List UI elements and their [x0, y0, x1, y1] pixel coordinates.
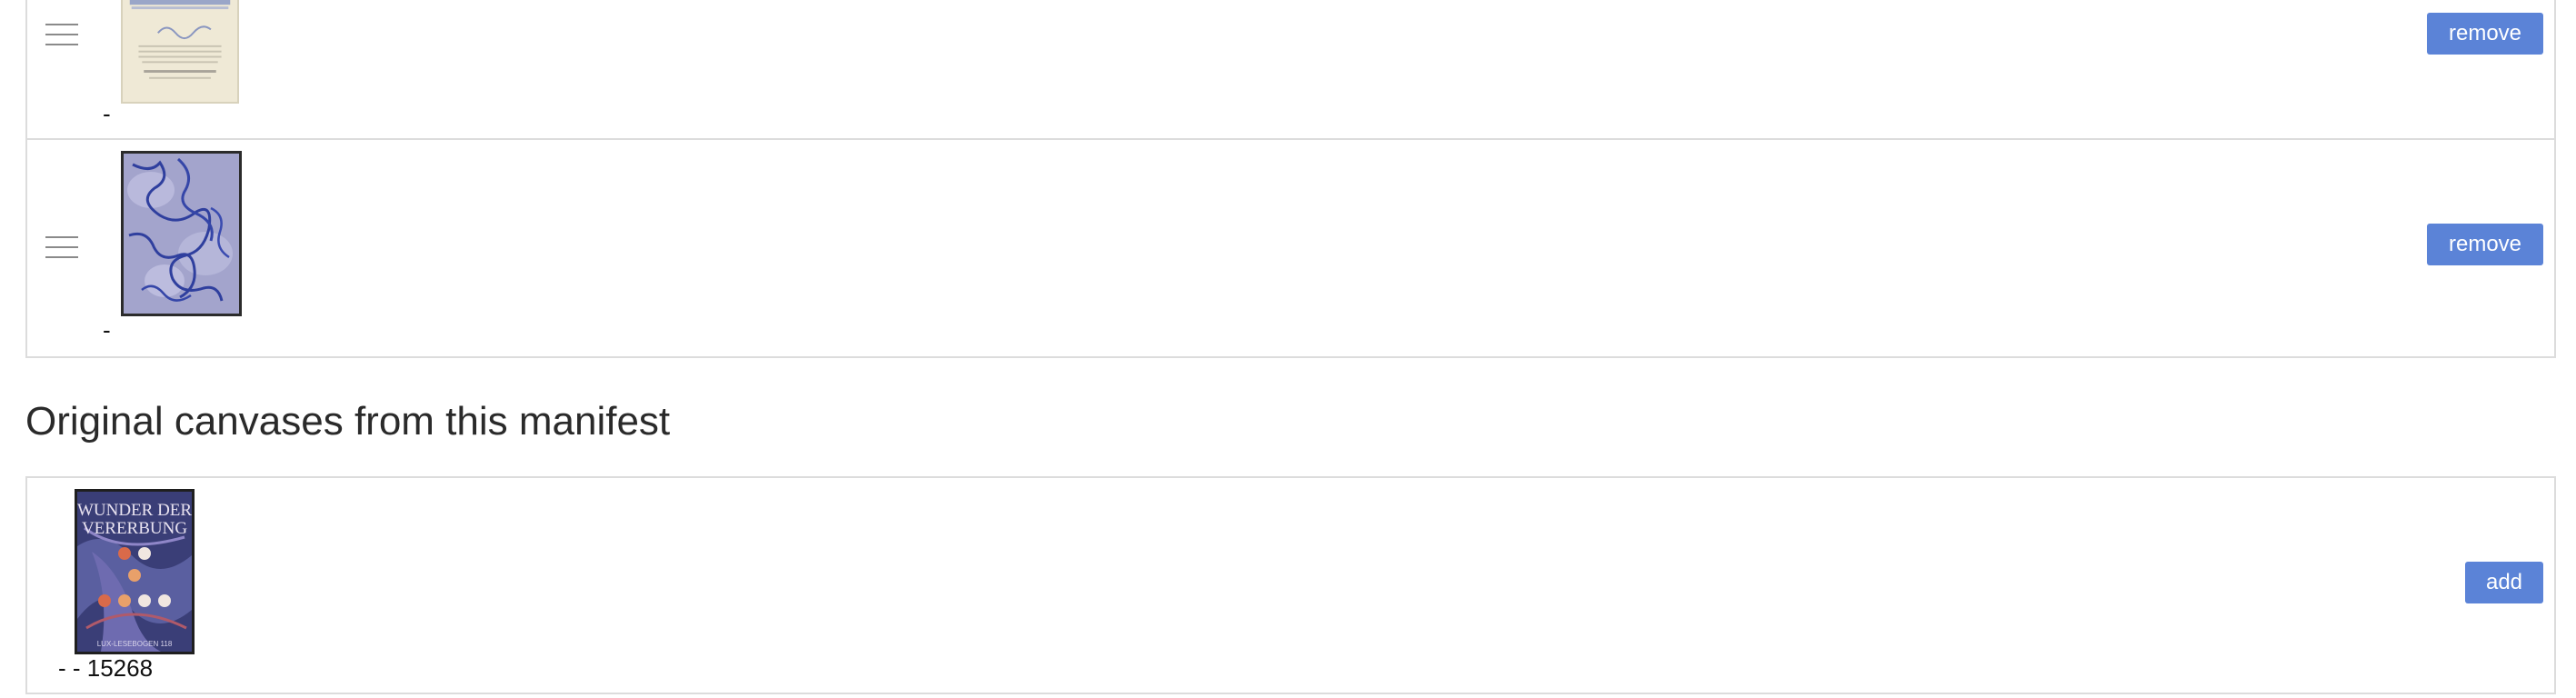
cover-footer: LUX-LESEBOGEN 118 [97, 640, 173, 648]
remove-button[interactable]: remove [2427, 224, 2543, 265]
add-button[interactable]: add [2465, 562, 2543, 603]
canvas-caption: - - 15268 [58, 654, 154, 682]
drag-handle-icon[interactable] [45, 236, 78, 258]
canvas-row: WUNDER DER VERERBUNG LUX-LESEBOGEN 118 -… [27, 478, 2554, 693]
drag-handle-icon[interactable] [45, 24, 78, 45]
selected-canvas-list: - remove - remove [25, 0, 2556, 358]
section-heading: Original canvases from this manifest [25, 399, 671, 444]
canvas-editor-page: - remove - remove Original canvases from… [0, 0, 2576, 698]
canvas-caption: - [103, 100, 111, 127]
canvas-row: - remove [27, 140, 2554, 354]
cover-title-line2: VERERBUNG [82, 519, 187, 538]
remove-button[interactable]: remove [2427, 13, 2543, 55]
blue-pattern-thumbnail [121, 151, 242, 316]
canvas-row: - remove [27, 0, 2554, 140]
original-canvas-list: WUNDER DER VERERBUNG LUX-LESEBOGEN 118 -… [25, 476, 2556, 694]
canvas-caption: - [103, 316, 111, 344]
book-cover-thumbnail: WUNDER DER VERERBUNG LUX-LESEBOGEN 118 [75, 489, 195, 654]
letter-document-thumbnail [121, 0, 239, 104]
cover-title-line1: WUNDER DER [77, 501, 192, 520]
